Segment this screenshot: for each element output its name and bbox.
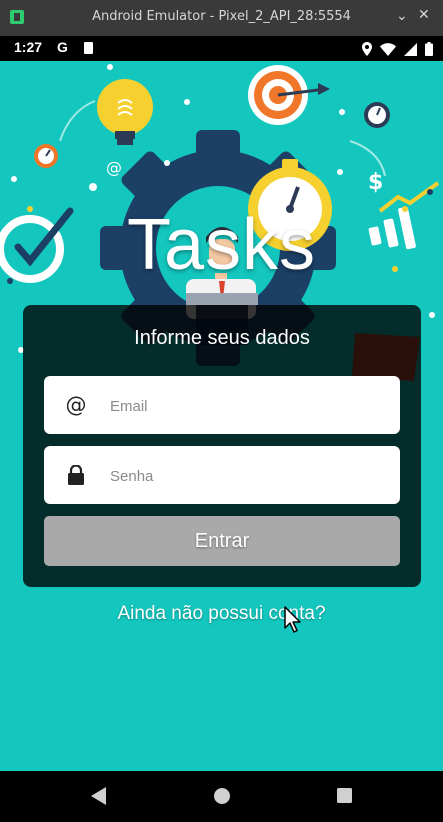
password-field[interactable]: [44, 446, 400, 506]
dollar-illustration: $: [368, 170, 383, 195]
navigation-bar: [0, 771, 443, 822]
at-sign-illustration: @: [106, 158, 122, 177]
recents-icon[interactable]: [337, 788, 352, 803]
lightbulb-illustration: [97, 79, 153, 145]
lock-icon: [64, 463, 88, 487]
back-icon[interactable]: [91, 787, 107, 805]
location-icon: [362, 42, 372, 56]
signup-link[interactable]: Ainda não possui conta?: [0, 603, 443, 625]
status-icons: [362, 41, 433, 57]
home-icon[interactable]: [214, 788, 230, 804]
login-card: Informe seus dados @ Entrar: [23, 305, 421, 587]
mouse-cursor-icon: [284, 606, 301, 633]
battery-icon: [425, 42, 433, 56]
status-bar: 1:27 G: [0, 36, 443, 61]
email-field[interactable]: @: [44, 376, 400, 436]
close-icon[interactable]: ✕: [418, 7, 430, 23]
app-title: Tasks: [126, 205, 317, 285]
app-screen: $ @ Tasks Informe seus dados @ Email Ent…: [0, 61, 443, 771]
login-subtitle: Informe seus dados: [134, 327, 310, 349]
minimize-icon[interactable]: ⌄: [396, 8, 408, 24]
emulator-titlebar: Android Emulator - Pixel_2_API_28:5554 ⌄…: [0, 0, 443, 36]
window-title: Android Emulator - Pixel_2_API_28:5554: [92, 9, 351, 24]
status-time: 1:27: [14, 39, 43, 55]
small-clock-left: [34, 144, 58, 168]
google-icon: G: [57, 39, 68, 55]
at-icon: @: [65, 393, 87, 417]
small-clock-right: [364, 102, 390, 128]
email-input[interactable]: [108, 376, 392, 436]
password-input[interactable]: [108, 446, 392, 506]
sd-card-icon: [84, 42, 93, 54]
wifi-icon: [380, 42, 396, 56]
signal-icon: [404, 42, 417, 56]
login-button[interactable]: Entrar: [44, 516, 400, 566]
target-illustration: [248, 65, 330, 125]
